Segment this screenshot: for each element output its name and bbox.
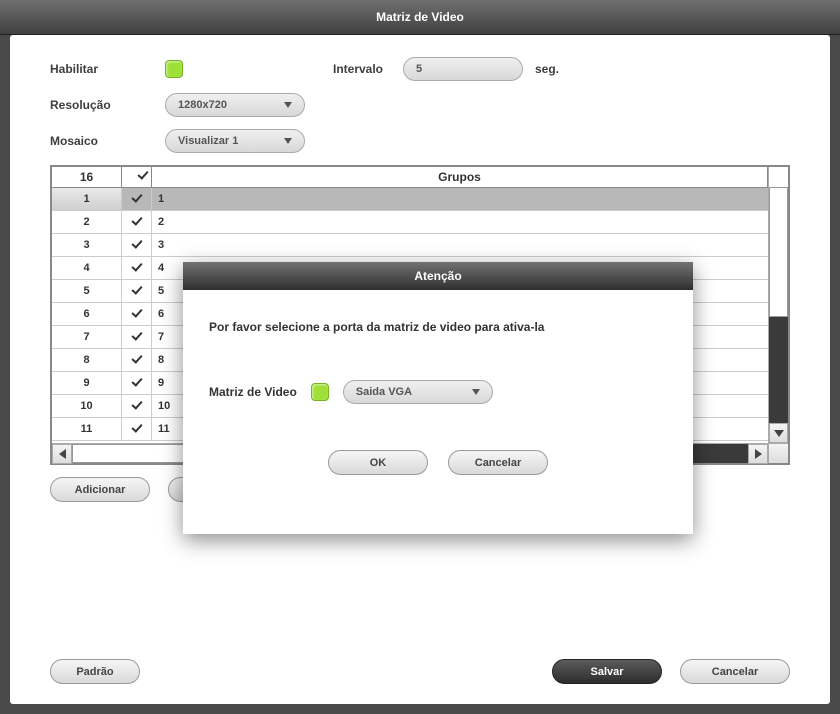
check-icon (131, 377, 143, 389)
scroll-left-button[interactable] (52, 444, 72, 464)
resolution-select[interactable]: 1280x720 (165, 93, 305, 117)
scroll-down-button[interactable] (769, 423, 788, 443)
row-check[interactable] (122, 395, 152, 418)
check-icon (131, 262, 143, 274)
row-check[interactable] (122, 418, 152, 441)
row-check[interactable] (122, 211, 152, 234)
col-header-check[interactable] (122, 167, 152, 188)
check-icon (131, 308, 143, 320)
row-check[interactable] (122, 234, 152, 257)
dialog-matrix-checkbox[interactable] (311, 383, 329, 401)
chevron-down-icon (284, 102, 292, 108)
row-number: 1 (52, 188, 122, 211)
check-icon (131, 239, 143, 251)
table-row[interactable]: 33 (52, 234, 788, 257)
row-check[interactable] (122, 280, 152, 303)
row-check[interactable] (122, 257, 152, 280)
row-check[interactable] (122, 303, 152, 326)
resolution-value: 1280x720 (178, 99, 227, 111)
dialog-output-value: Saida VGA (356, 386, 412, 398)
check-icon (131, 193, 143, 205)
dialog-matrix-label: Matriz de Video (209, 385, 297, 399)
row-group: 2 (152, 211, 788, 234)
interval-label: Intervalo (333, 62, 403, 76)
col-header-groups[interactable]: Grupos (152, 167, 768, 188)
vertical-scrollbar[interactable] (768, 167, 788, 443)
row-group: 1 (152, 188, 788, 211)
row-number: 6 (52, 303, 122, 326)
cancel-button[interactable]: Cancelar (680, 659, 790, 684)
window-title: Matriz de Video (0, 0, 840, 35)
row-check[interactable] (122, 326, 152, 349)
row-number: 3 (52, 234, 122, 257)
dialog-ok-button[interactable]: OK (328, 450, 428, 475)
check-icon (131, 216, 143, 228)
table-row[interactable]: 11 (52, 188, 788, 211)
add-button[interactable]: Adicionar (50, 477, 150, 502)
check-icon (131, 423, 143, 435)
dialog-title: Atenção (183, 262, 693, 290)
row-check[interactable] (122, 372, 152, 395)
chevron-right-icon (755, 449, 762, 459)
window-body: Habilitar Intervalo 5 seg. Resolução 128… (10, 35, 830, 704)
row-check[interactable] (122, 188, 152, 211)
col-header-count[interactable]: 16 (52, 167, 122, 188)
dialog-cancel-button[interactable]: Cancelar (448, 450, 548, 475)
dialog-output-select[interactable]: Saida VGA (343, 380, 493, 404)
check-icon (131, 400, 143, 412)
row-number: 5 (52, 280, 122, 303)
dialog-message: Por favor selecione a porta da matriz de… (209, 320, 667, 334)
interval-suffix: seg. (535, 62, 559, 76)
scrollbar-corner (768, 443, 788, 463)
mosaic-label: Mosaico (50, 134, 165, 148)
default-button[interactable]: Padrão (50, 659, 140, 684)
mosaic-value: Visualizar 1 (178, 135, 238, 147)
video-matrix-window: Matriz de Video Habilitar Intervalo 5 se… (0, 0, 840, 714)
check-icon (131, 354, 143, 366)
table-row[interactable]: 22 (52, 211, 788, 234)
enable-label: Habilitar (50, 62, 165, 76)
chevron-left-icon (59, 449, 66, 459)
chevron-down-icon (284, 138, 292, 144)
resolution-label: Resolução (50, 98, 165, 112)
vertical-scrollbar-thumb[interactable] (769, 187, 788, 317)
row-number: 4 (52, 257, 122, 280)
attention-dialog: Atenção Por favor selecione a porta da m… (183, 262, 693, 534)
check-icon (131, 331, 143, 343)
interval-input[interactable]: 5 (403, 57, 523, 81)
save-button[interactable]: Salvar (552, 659, 662, 684)
chevron-down-icon (774, 430, 784, 437)
row-number: 7 (52, 326, 122, 349)
row-number: 8 (52, 349, 122, 372)
row-number: 2 (52, 211, 122, 234)
mosaic-select[interactable]: Visualizar 1 (165, 129, 305, 153)
row-number: 11 (52, 418, 122, 441)
scroll-right-button[interactable] (748, 444, 768, 464)
row-number: 9 (52, 372, 122, 395)
enable-checkbox[interactable] (165, 60, 183, 78)
row-number: 10 (52, 395, 122, 418)
row-check[interactable] (122, 349, 152, 372)
row-group: 3 (152, 234, 788, 257)
chevron-down-icon (472, 389, 480, 395)
check-icon (131, 285, 143, 297)
